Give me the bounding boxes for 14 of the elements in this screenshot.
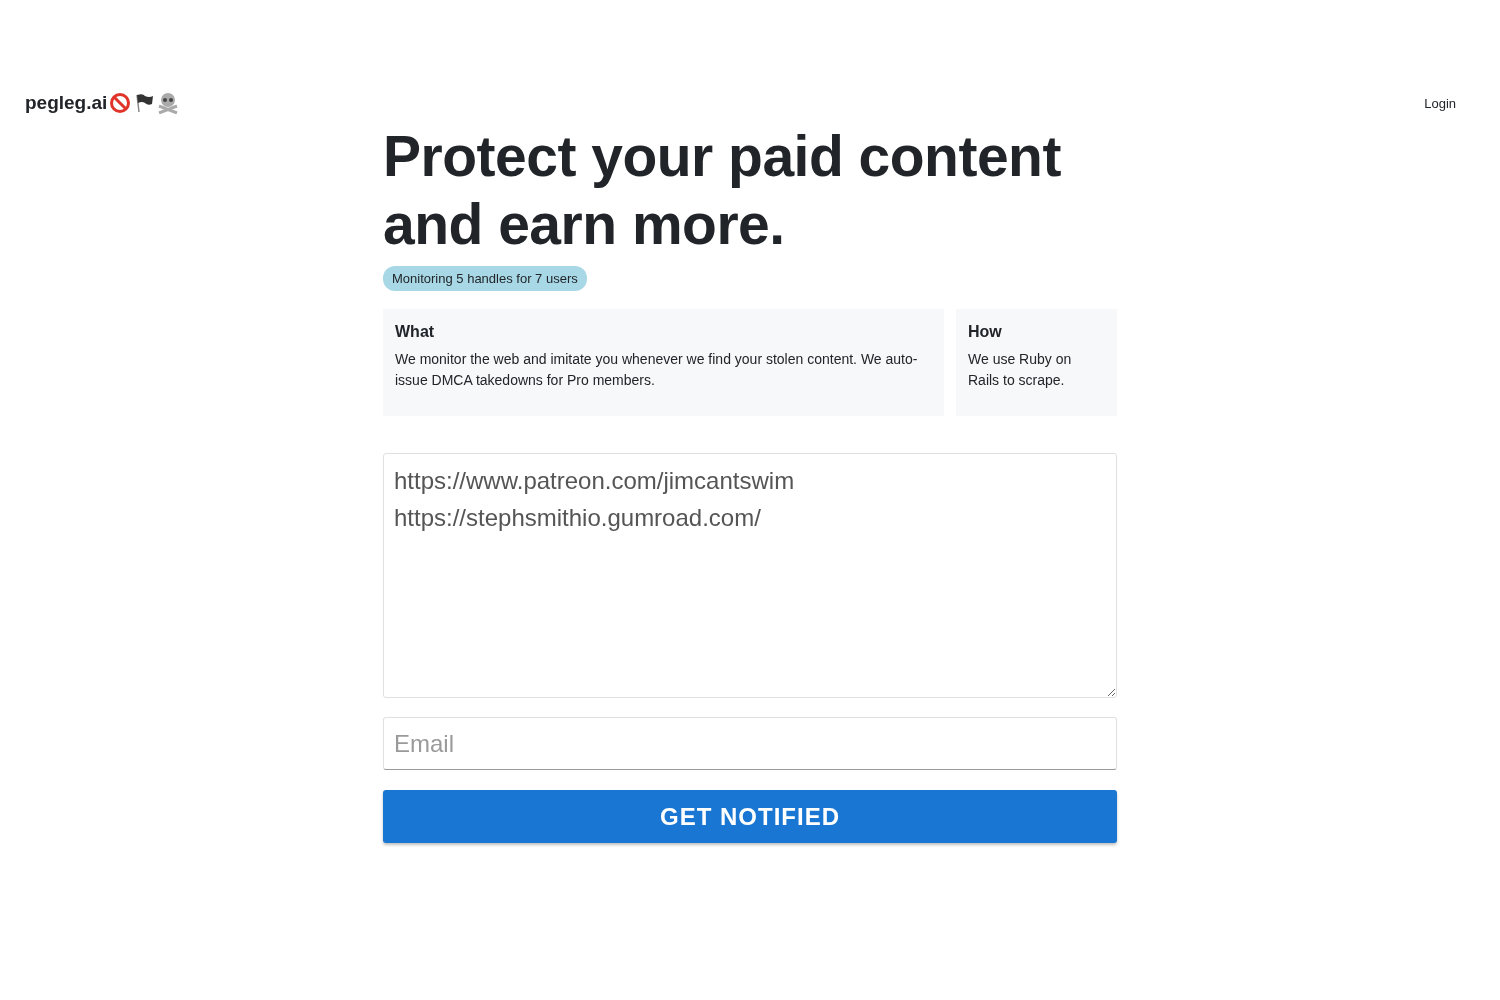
prohibited-icon	[109, 92, 132, 114]
urls-field[interactable]: https://www.patreon.com/jimcantswim https://stephsmithio.gumroad.com/	[383, 453, 1117, 698]
card-title: How	[968, 323, 1003, 341]
headline: Protect your paid content and earn more.	[383, 123, 1062, 258]
login-link[interactable]: Login	[1424, 95, 1456, 111]
card-title: What	[395, 323, 436, 341]
card-text: We use Ruby on Rails to scrape.	[968, 350, 1073, 390]
skull-icon	[157, 92, 180, 114]
get-notified-button[interactable]: GET NOTIFIED	[383, 790, 1117, 843]
email-field[interactable]: Email	[383, 717, 1117, 770]
card-text: We monitor the web and imitate you whenever we find your stolen content. We auto-issue DMCA takedowns for Pro members.	[395, 350, 919, 390]
flag-icon	[133, 92, 156, 114]
logo: pegleg.ai	[25, 92, 108, 114]
status-badge: Monitoring 5 handles for 7 users	[383, 266, 587, 291]
